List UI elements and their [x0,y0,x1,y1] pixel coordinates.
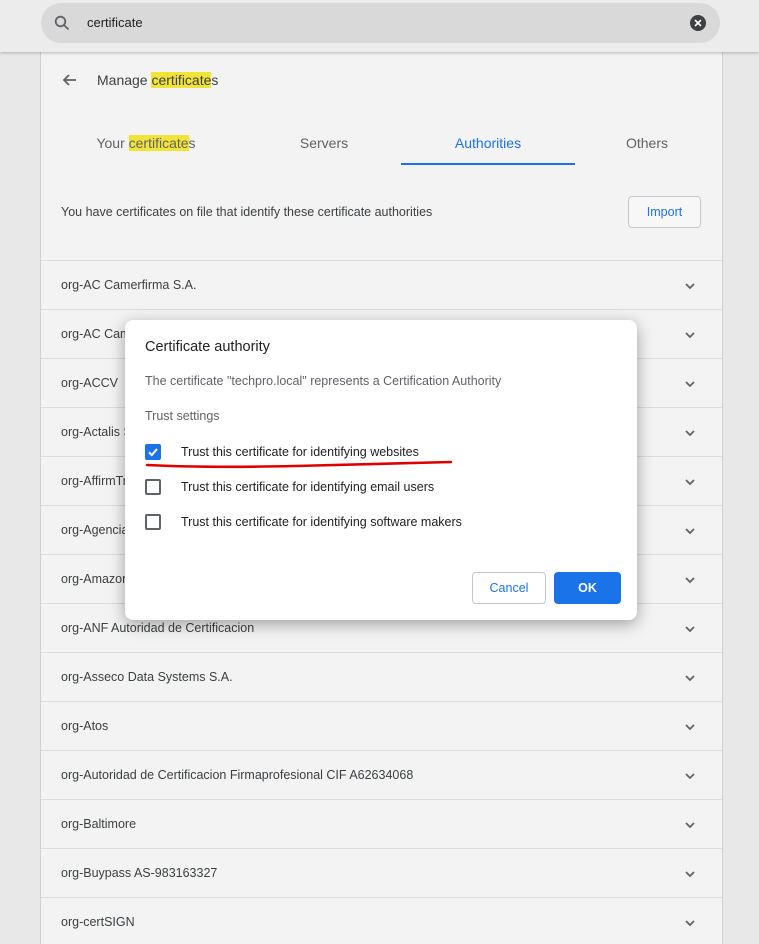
top-bar: certificate [0,0,759,52]
authority-row[interactable]: org-certSIGN [41,897,722,944]
page-title: Manage certificates [97,72,219,88]
chevron-down-icon[interactable] [684,672,696,684]
back-arrow-icon[interactable] [61,71,79,89]
red-annotation-underline [145,460,453,469]
authority-row[interactable]: org-Baltimore [41,799,722,848]
trust-email-label: Trust this certificate for identifying e… [181,480,435,494]
trust-email-option[interactable]: Trust this certificate for identifying e… [145,479,605,499]
dialog-title: Certificate authority [145,339,270,355]
import-button[interactable]: Import [628,196,701,228]
trust-websites-checkbox[interactable] [145,444,161,460]
chevron-down-icon[interactable] [684,574,696,586]
tab-authorities[interactable]: Authorities [401,130,575,165]
chevron-down-icon[interactable] [684,819,696,831]
checkmark-icon [148,448,158,457]
dialog-description: The certificate "techpro.local" represen… [145,374,502,388]
authorities-info-text: You have certificates on file that ident… [61,205,433,219]
tab-bar: Your certificates Servers Authorities Ot… [41,130,722,165]
trust-software-checkbox[interactable] [145,514,161,530]
tab-your-certificates[interactable]: Your certificates [61,130,231,165]
chevron-down-icon[interactable] [684,280,696,292]
cancel-button[interactable]: Cancel [472,572,546,604]
chevron-down-icon[interactable] [684,525,696,537]
trust-settings-heading: Trust settings [145,409,220,423]
chevron-down-icon[interactable] [684,329,696,341]
authority-row[interactable]: org-AC Camerfirma S.A. [41,260,722,309]
chevron-down-icon[interactable] [684,868,696,880]
certificate-authority-dialog: Certificate authority The certificate "t… [125,320,637,620]
clear-search-icon[interactable] [690,15,706,31]
chevron-down-icon[interactable] [684,476,696,488]
trust-software-option[interactable]: Trust this certificate for identifying s… [145,514,605,534]
page-header: Manage certificates [41,52,722,110]
chevron-down-icon[interactable] [684,378,696,390]
chevron-down-icon[interactable] [684,427,696,439]
chevron-down-icon[interactable] [684,623,696,635]
tab-others[interactable]: Others [562,130,732,165]
search-input[interactable]: certificate [87,15,143,30]
authority-row[interactable]: org-Asseco Data Systems S.A. [41,652,722,701]
authority-row[interactable]: org-Atos [41,701,722,750]
ok-button[interactable]: OK [554,572,621,604]
trust-software-label: Trust this certificate for identifying s… [181,515,462,529]
trust-email-checkbox[interactable] [145,479,161,495]
tab-servers[interactable]: Servers [239,130,409,165]
chevron-down-icon[interactable] [684,770,696,782]
authority-row[interactable]: org-Autoridad de Certificacion Firmaprof… [41,750,722,799]
search-icon [54,15,70,31]
authority-row[interactable]: org-Buypass AS-983163327 [41,848,722,897]
search-bar[interactable]: certificate [41,3,720,43]
chevron-down-icon[interactable] [684,721,696,733]
chevron-down-icon[interactable] [684,917,696,929]
trust-websites-label: Trust this certificate for identifying w… [181,445,419,459]
